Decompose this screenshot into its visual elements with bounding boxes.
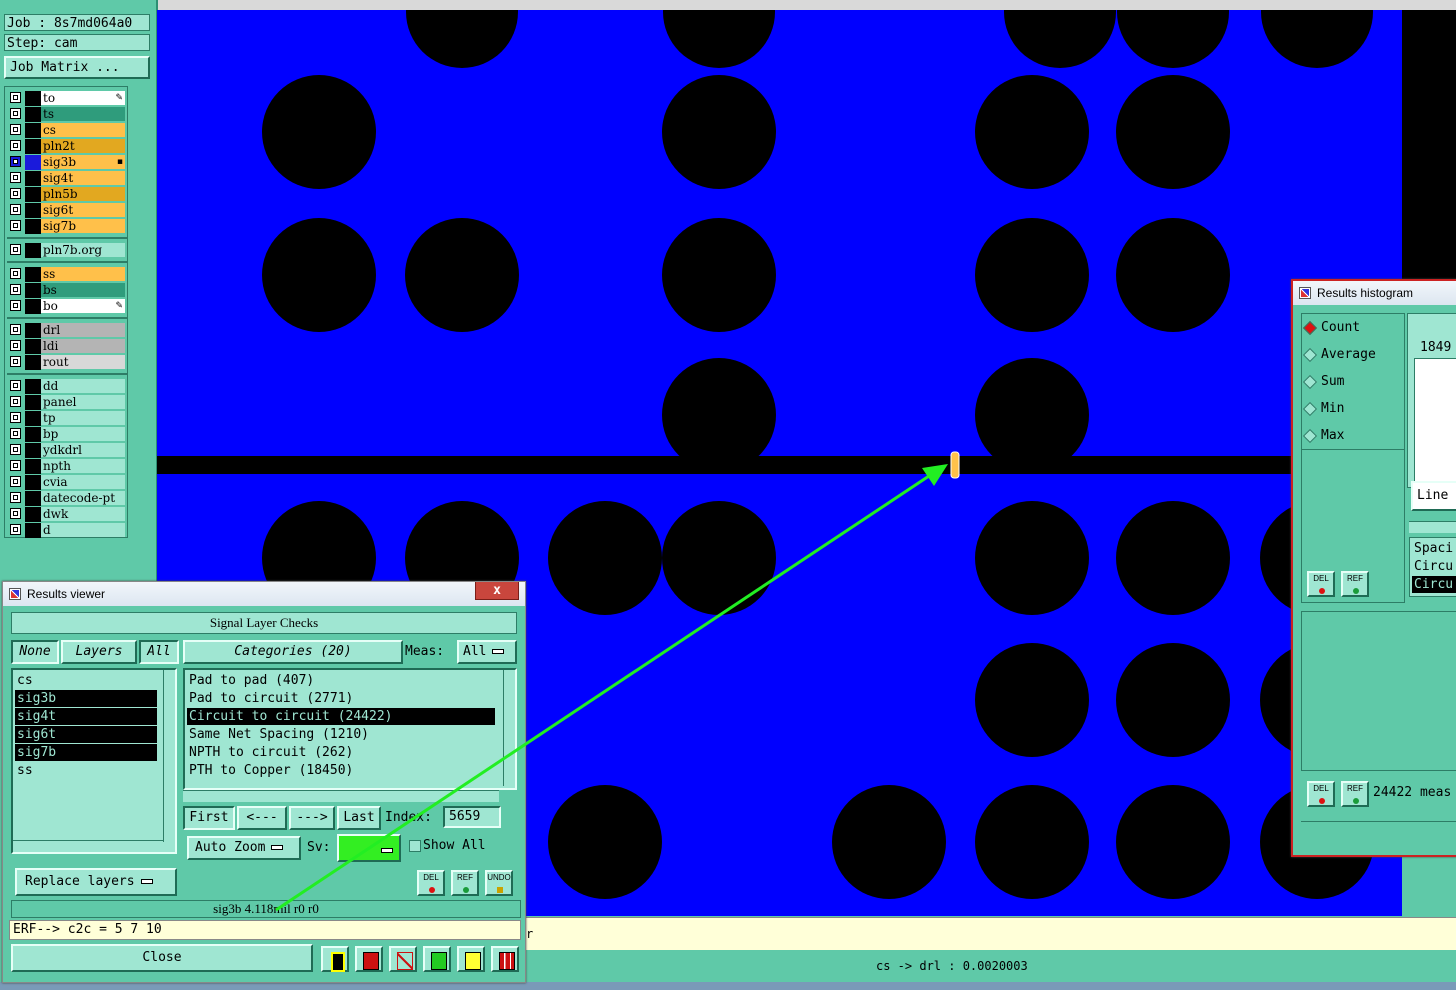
arrow-overlay [275, 464, 948, 912]
pointer-arrow [275, 468, 939, 912]
arrow-head-icon [922, 464, 948, 486]
